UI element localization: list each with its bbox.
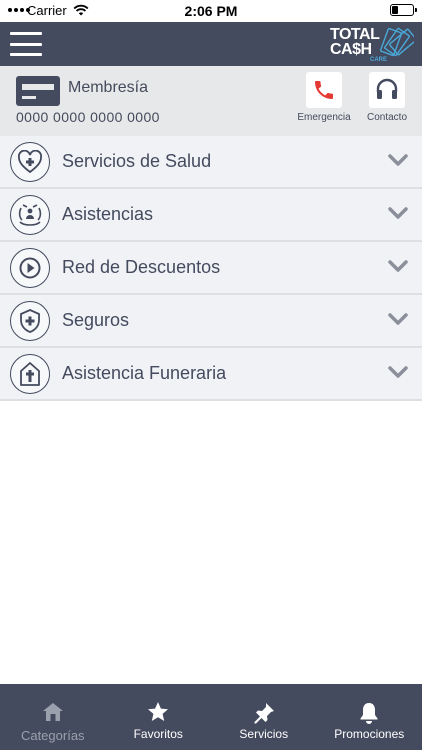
category-label: Servicios de Salud: [62, 151, 212, 171]
chapel-cross-icon: [10, 354, 50, 394]
chevron-down-icon: [388, 154, 408, 166]
category-label: Red de Descuentos: [62, 257, 221, 277]
membership-panel: Membresía 0000 0000 0000 0000 Emergencia…: [0, 66, 422, 136]
category-label: Asistencias: [62, 204, 154, 224]
membership-title: Membresía: [68, 79, 149, 96]
hamburger-icon[interactable]: [10, 32, 42, 56]
bell-icon: [317, 701, 422, 725]
star-icon: [106, 701, 212, 723]
category-asistencia-funeraria[interactable]: Asistencia Funeraria: [0, 348, 422, 401]
contact-button[interactable]: Contacto: [358, 72, 416, 123]
category-label: Seguros: [62, 310, 130, 330]
chevron-down-icon: [388, 366, 408, 378]
home-icon: [0, 701, 106, 723]
brand-logo: TOTAL CA$H CARE: [330, 24, 414, 64]
tab-label: Promociones: [334, 727, 405, 741]
emergency-button[interactable]: Emergencia: [295, 72, 353, 123]
hands-person-icon: [10, 195, 50, 235]
logo-sub: CARE: [370, 57, 388, 63]
heart-plus-icon: [10, 142, 50, 182]
tab-label: Servicios: [239, 727, 289, 741]
category-red-de-descuentos[interactable]: Red de Descuentos: [0, 242, 422, 295]
logo-line-1: TOTAL: [330, 26, 380, 43]
membership-number: 0000 0000 0000 0000: [16, 109, 160, 125]
play-icon: [10, 248, 50, 288]
chevron-down-icon: [388, 260, 408, 272]
category-asistencias[interactable]: Asistencias: [0, 189, 422, 242]
cash-fan-icon: [380, 27, 414, 57]
category-seguros[interactable]: Seguros: [0, 295, 422, 348]
tab-label: Favoritos: [133, 727, 183, 741]
status-bar: Carrier 2:06 PM: [0, 0, 422, 22]
headset-icon: [376, 78, 398, 99]
tab-bar: Categorías Favoritos Servicios Promocion…: [0, 684, 422, 750]
category-label: Asistencia Funeraria: [62, 363, 227, 383]
category-servicios-de-salud[interactable]: Servicios de Salud: [0, 136, 422, 189]
contact-label: Contacto: [366, 112, 408, 123]
phone-icon: [315, 81, 333, 99]
category-list: Servicios de Salud Asistencias Red de De…: [0, 136, 422, 401]
logo-line-2: CA$H: [330, 41, 372, 58]
status-time: 2:06 PM: [184, 3, 238, 19]
tab-label: Categorías: [20, 728, 85, 743]
battery-icon: [390, 4, 417, 16]
tab-categorias[interactable]: Categorías: [0, 684, 106, 750]
credit-card-icon: [16, 76, 60, 106]
emergency-label: Emergencia: [297, 112, 351, 123]
tab-favoritos[interactable]: Favoritos: [106, 684, 212, 750]
shield-plus-icon: [10, 301, 50, 341]
pin-icon: [211, 701, 317, 725]
app-header: TOTAL CA$H CARE: [0, 22, 422, 66]
tab-servicios[interactable]: Servicios: [211, 684, 317, 750]
chevron-down-icon: [388, 313, 408, 325]
tab-promociones[interactable]: Promociones: [317, 684, 422, 750]
chevron-down-icon: [388, 207, 408, 219]
